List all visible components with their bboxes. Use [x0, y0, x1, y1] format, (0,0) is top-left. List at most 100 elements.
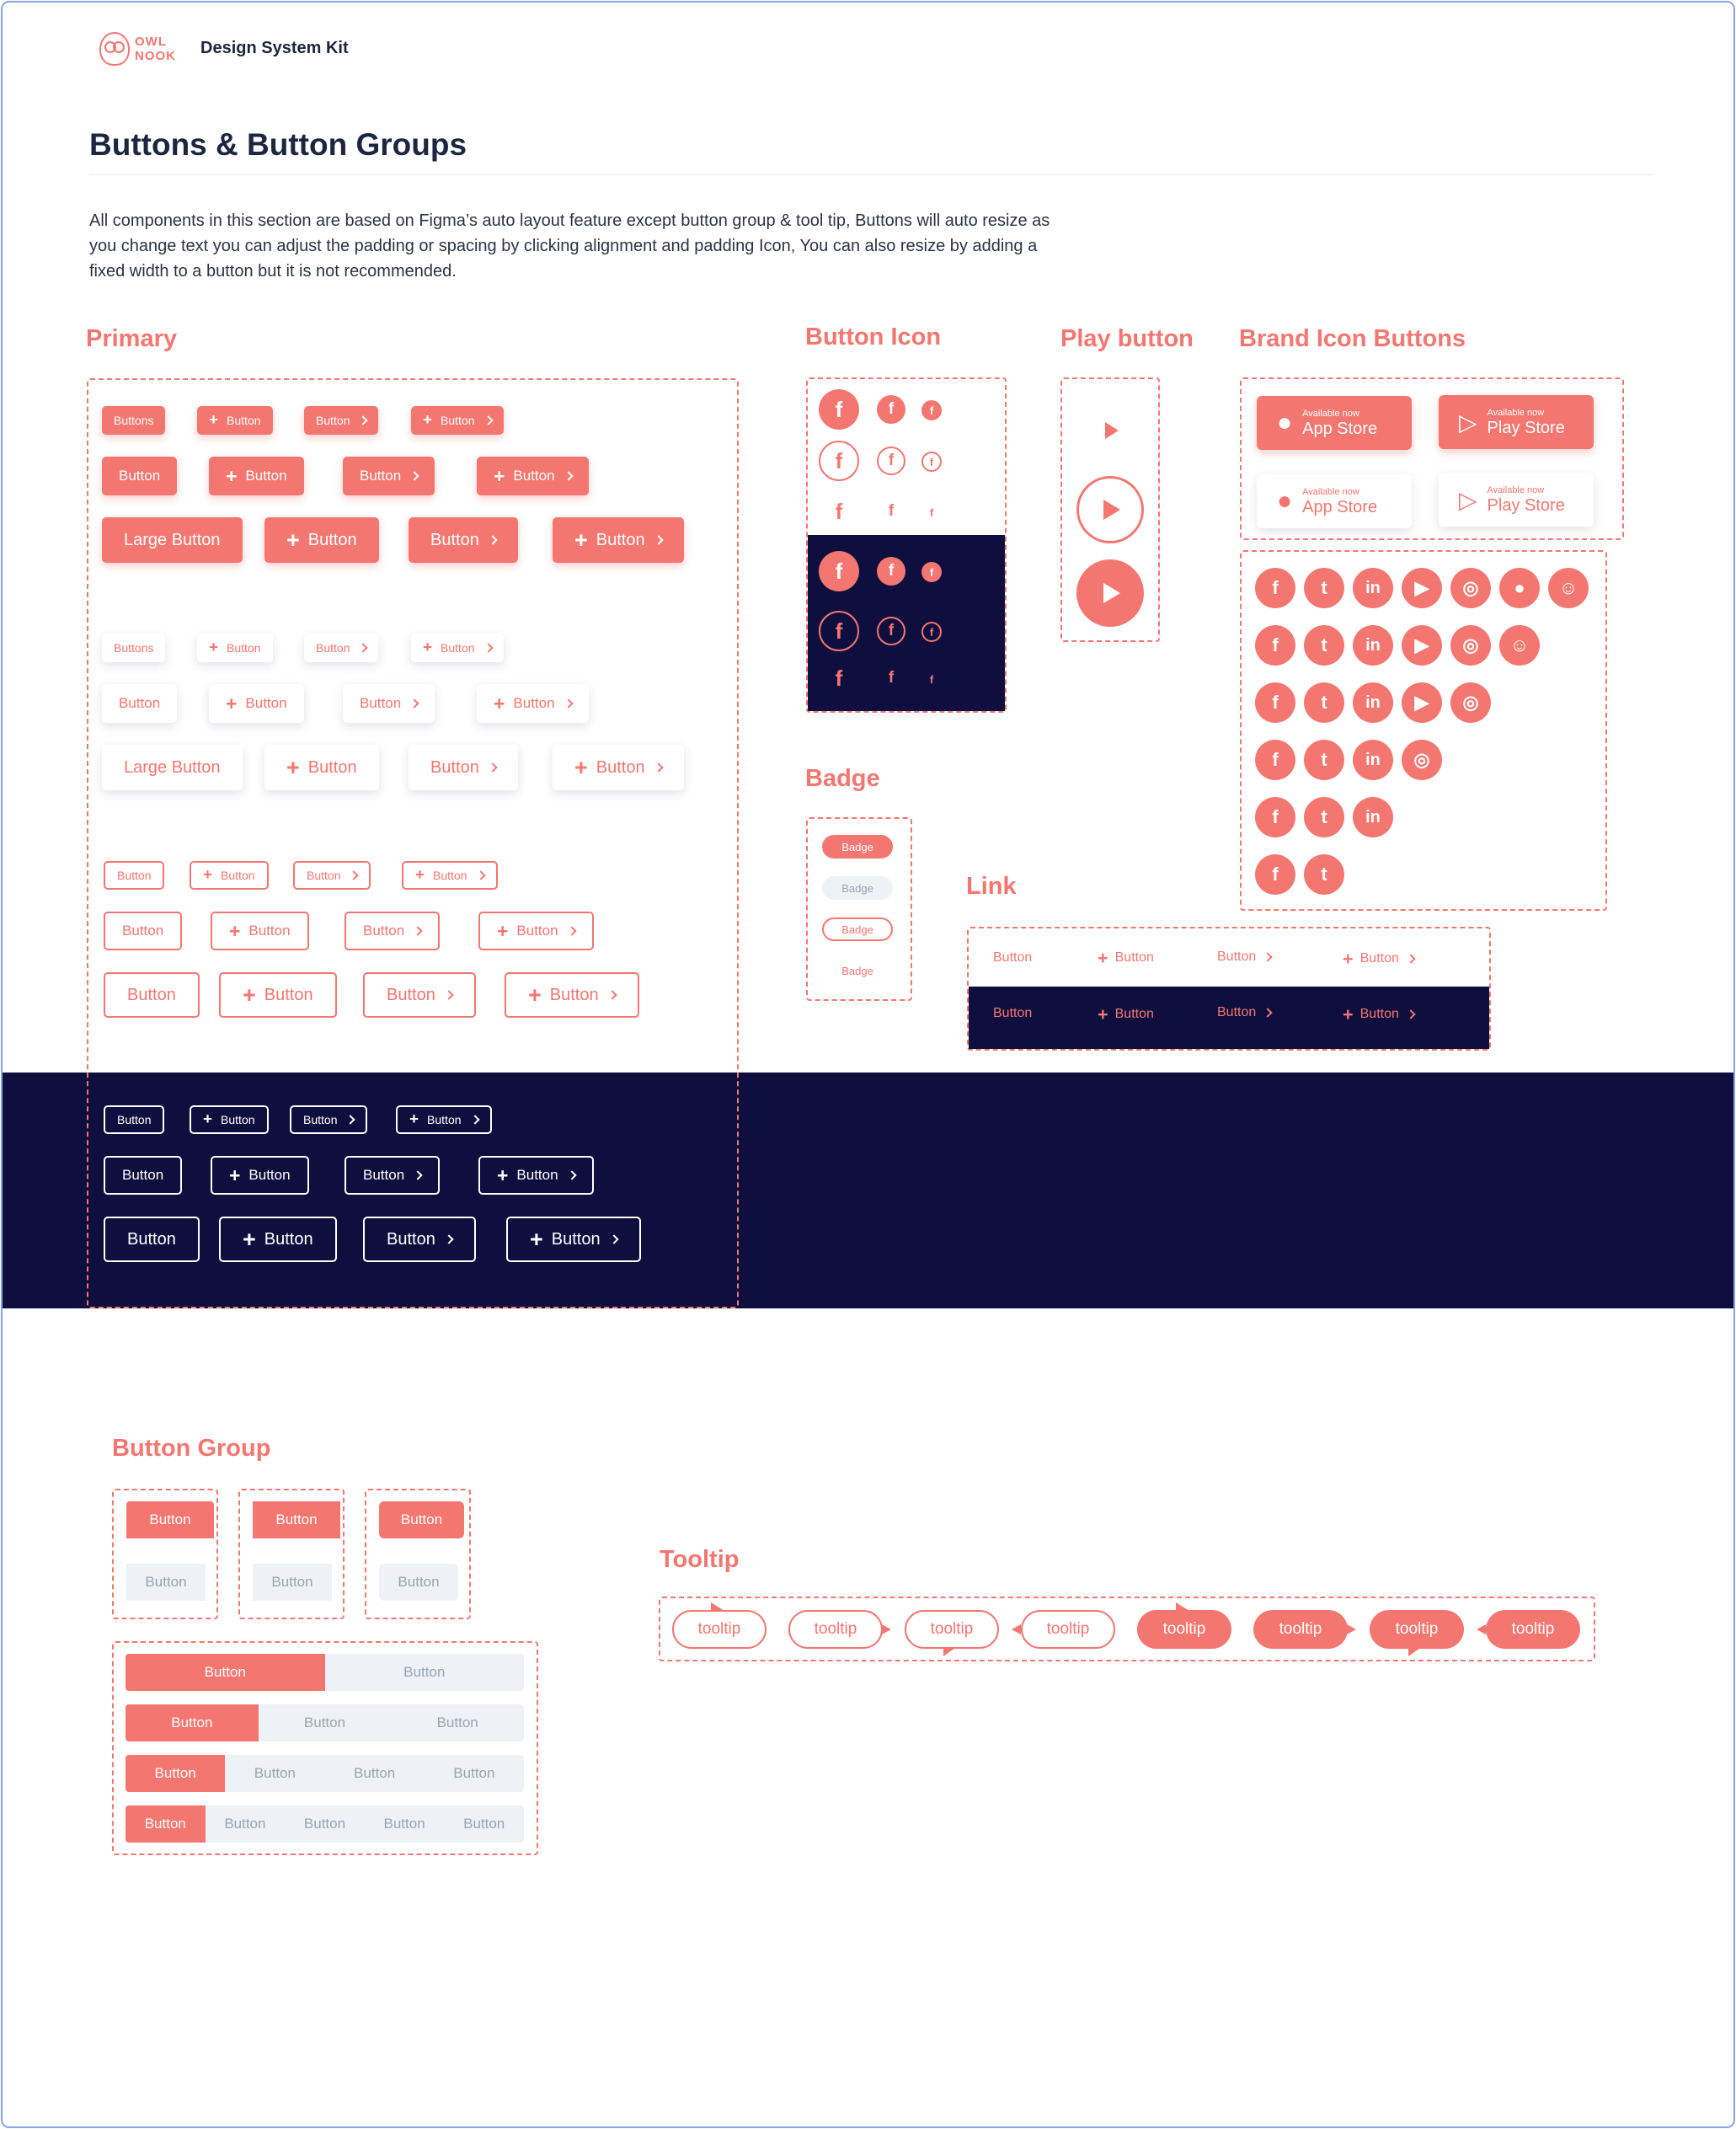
- button-large-white-plus-chevron[interactable]: + Button: [553, 745, 684, 790]
- group-button[interactable]: Button: [285, 1805, 365, 1843]
- link-text-dark[interactable]: Button: [993, 1006, 1032, 1021]
- facebook-icon-button[interactable]: f: [819, 658, 859, 698]
- linkedin-icon-button[interactable]: in: [1353, 682, 1393, 723]
- group-button-active[interactable]: Button: [126, 1654, 325, 1691]
- linkedin-icon-button[interactable]: in: [1353, 568, 1393, 608]
- button-small-dark-plus[interactable]: + Button: [190, 1105, 269, 1134]
- button-small-outline-plus[interactable]: + Button: [190, 861, 269, 890]
- facebook-icon-button[interactable]: f: [877, 497, 905, 526]
- link-plus[interactable]: + Button: [1098, 949, 1154, 967]
- button-medium-dark-plus[interactable]: + Button: [211, 1156, 309, 1195]
- button-medium-outline[interactable]: Button: [104, 912, 183, 950]
- button-large-dark-plus-chevron[interactable]: + Button: [506, 1217, 641, 1262]
- group-button[interactable]: Button: [391, 1704, 524, 1741]
- button-small-outline-plus-chevron[interactable]: + Button: [402, 861, 498, 890]
- group-button[interactable]: Button: [324, 1654, 524, 1691]
- button-medium-white-chevron[interactable]: Button: [343, 684, 435, 723]
- group-button-active[interactable]: Button: [126, 1805, 206, 1843]
- button-large-white-chevron[interactable]: Button: [409, 745, 518, 790]
- button-small-filled-chevron[interactable]: Button: [304, 406, 379, 435]
- group-button-active[interactable]: Button: [379, 1501, 464, 1538]
- button-medium-outline-chevron[interactable]: Button: [345, 912, 441, 950]
- facebook-icon-button[interactable]: f: [877, 447, 905, 475]
- instagram-icon-button[interactable]: ◎: [1450, 568, 1491, 608]
- button-medium-white-plus-chevron[interactable]: + Button: [477, 684, 589, 723]
- facebook-icon-button[interactable]: f: [877, 557, 905, 586]
- youtube-icon-button[interactable]: ▶: [1402, 568, 1442, 608]
- facebook-icon-button[interactable]: f: [877, 664, 905, 693]
- button-small-white-plus-chevron[interactable]: + Button: [411, 634, 504, 662]
- facebook-icon-button[interactable]: f: [921, 400, 942, 420]
- youtube-icon-button[interactable]: ▶: [1402, 625, 1442, 666]
- linkedin-icon-button[interactable]: in: [1353, 625, 1393, 666]
- facebook-icon-button[interactable]: f: [921, 669, 942, 689]
- button-large-outline-plus-chevron[interactable]: + Button: [505, 972, 639, 1018]
- button-small-outline-chevron[interactable]: Button: [293, 861, 371, 890]
- link-chevron[interactable]: Button: [1217, 949, 1273, 965]
- button-large-dark-plus[interactable]: + Button: [219, 1217, 337, 1262]
- facebook-icon-button[interactable]: f: [819, 551, 859, 591]
- reddit-icon-button[interactable]: ●: [1499, 568, 1540, 608]
- facebook-icon-button[interactable]: f: [921, 562, 942, 582]
- youtube-icon-button[interactable]: ▶: [1402, 682, 1442, 723]
- button-small-filled[interactable]: Buttons: [102, 406, 166, 435]
- instagram-icon-button[interactable]: ◎: [1450, 625, 1491, 666]
- play-store-button-white[interactable]: ▷ Available now Play Store: [1439, 473, 1594, 527]
- button-medium-outline-plus[interactable]: + Button: [211, 912, 309, 950]
- button-medium-filled[interactable]: Button: [102, 457, 178, 495]
- facebook-icon-button[interactable]: f: [819, 611, 859, 651]
- button-large-outline[interactable]: Button: [104, 972, 200, 1018]
- button-medium-white-plus[interactable]: + Button: [209, 684, 304, 723]
- group-button-active[interactable]: Button: [126, 1501, 214, 1538]
- group-button[interactable]: Button: [225, 1755, 325, 1792]
- button-small-dark[interactable]: Button: [104, 1105, 165, 1134]
- group-button[interactable]: Button: [324, 1755, 425, 1792]
- button-medium-dark-chevron[interactable]: Button: [345, 1156, 441, 1195]
- button-medium-dark[interactable]: Button: [104, 1156, 183, 1195]
- link-plus-dark[interactable]: + Button: [1098, 1005, 1154, 1024]
- facebook-icon-button[interactable]: f: [877, 617, 905, 645]
- facebook-icon-button[interactable]: f: [921, 452, 942, 472]
- facebook-icon-button[interactable]: f: [1255, 740, 1295, 780]
- button-medium-dark-plus-chevron[interactable]: + Button: [478, 1156, 594, 1195]
- group-button[interactable]: Button: [379, 1564, 458, 1601]
- button-large-filled[interactable]: Large Button: [102, 517, 243, 563]
- button-small-filled-plus-chevron[interactable]: + Button: [411, 406, 504, 435]
- instagram-icon-button[interactable]: ◎: [1450, 682, 1491, 723]
- twitter-icon-button[interactable]: t: [1304, 740, 1344, 780]
- button-large-filled-plus-chevron[interactable]: + Button: [553, 517, 684, 563]
- group-button-active[interactable]: Button: [253, 1501, 340, 1538]
- facebook-icon-button[interactable]: f: [819, 441, 859, 481]
- facebook-icon-button[interactable]: f: [921, 502, 942, 522]
- button-medium-outline-plus-chevron[interactable]: + Button: [478, 912, 594, 950]
- group-button[interactable]: Button: [126, 1564, 206, 1601]
- play-button-plain[interactable]: [1098, 419, 1122, 442]
- group-button[interactable]: Button: [444, 1805, 524, 1843]
- button-small-dark-chevron[interactable]: Button: [290, 1105, 368, 1134]
- twitter-icon-button[interactable]: t: [1304, 797, 1344, 837]
- facebook-icon-button[interactable]: f: [819, 389, 859, 430]
- facebook-icon-button[interactable]: f: [1255, 797, 1295, 837]
- twitter-icon-button[interactable]: t: [1304, 682, 1344, 723]
- link-plus-chevron-dark[interactable]: + Button: [1343, 1005, 1416, 1024]
- linkedin-icon-button[interactable]: in: [1353, 740, 1393, 780]
- facebook-icon-button[interactable]: f: [1255, 625, 1295, 666]
- button-small-outline[interactable]: Button: [104, 861, 165, 890]
- twitter-icon-button[interactable]: t: [1304, 854, 1344, 895]
- linkedin-icon-button[interactable]: in: [1353, 797, 1393, 837]
- instagram-icon-button[interactable]: ◎: [1402, 740, 1442, 780]
- app-store-button-filled[interactable]: ● Available now App Store: [1257, 396, 1412, 450]
- play-store-button-filled[interactable]: ▷ Available now Play Store: [1439, 395, 1594, 449]
- button-large-white[interactable]: Large Button: [102, 745, 243, 790]
- button-small-white-chevron[interactable]: Button: [304, 634, 379, 662]
- facebook-icon-button[interactable]: f: [1255, 682, 1295, 723]
- facebook-icon-button[interactable]: f: [1255, 568, 1295, 608]
- button-large-dark-chevron[interactable]: Button: [363, 1217, 476, 1262]
- button-large-white-plus[interactable]: + Button: [264, 745, 379, 790]
- group-button[interactable]: Button: [424, 1755, 524, 1792]
- button-large-filled-chevron[interactable]: Button: [409, 517, 518, 563]
- group-button-active[interactable]: Button: [126, 1704, 259, 1741]
- link-text[interactable]: Button: [993, 950, 1032, 966]
- button-large-outline-plus[interactable]: + Button: [219, 972, 337, 1018]
- group-button[interactable]: Button: [364, 1805, 445, 1843]
